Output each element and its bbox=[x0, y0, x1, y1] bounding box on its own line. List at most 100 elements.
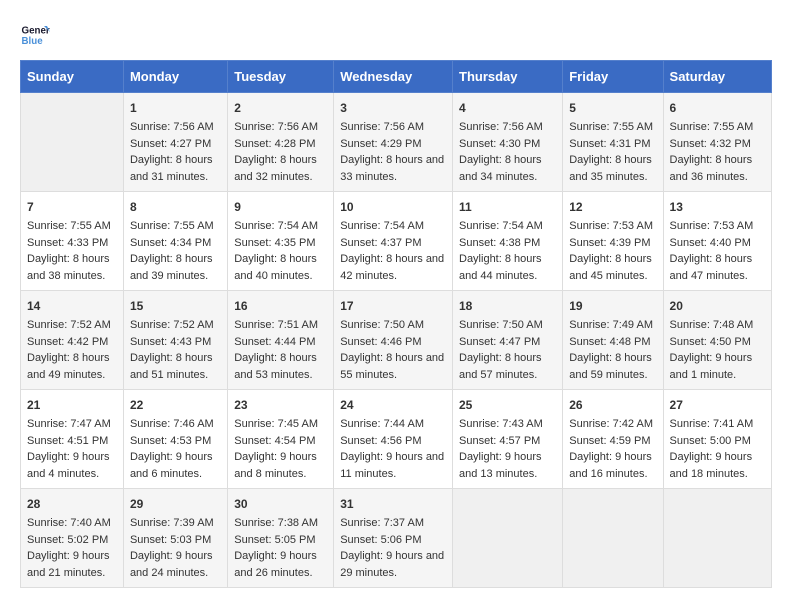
sunrise-text: Sunrise: 7:47 AM bbox=[27, 418, 111, 430]
calendar-cell: 17Sunrise: 7:50 AMSunset: 4:46 PMDayligh… bbox=[334, 291, 453, 390]
calendar-body: 1 Sunrise: 7:56 AM Sunset: 4:27 PM Daylight… bbox=[21, 93, 772, 588]
sunrise-text: Sunrise: 7:40 AM bbox=[27, 517, 111, 529]
sunrise-text: Sunrise: 7:53 AM bbox=[569, 220, 653, 232]
sunrise-text: Sunrise: 7:48 AM bbox=[670, 319, 754, 331]
header-day-sunday: Sunday bbox=[21, 61, 124, 93]
sunset-text: Sunset: 4:38 PM bbox=[459, 237, 540, 249]
calendar-cell: 15Sunrise: 7:52 AMSunset: 4:43 PMDayligh… bbox=[123, 291, 227, 390]
daylight-text: Daylight: 8 hours and 53 minutes. bbox=[234, 352, 317, 381]
sunset-text: Sunset: 4:33 PM bbox=[27, 237, 108, 249]
sunrise-text: Sunrise: 7:54 AM bbox=[234, 220, 318, 232]
day-number: 27 bbox=[670, 396, 765, 414]
calendar-cell: 2Sunrise: 7:56 AMSunset: 4:28 PMDaylight… bbox=[228, 93, 334, 192]
calendar-cell: 30Sunrise: 7:38 AMSunset: 5:05 PMDayligh… bbox=[228, 489, 334, 588]
daylight-text: Daylight: 9 hours and 1 minute. bbox=[670, 352, 753, 381]
day-number: 20 bbox=[670, 297, 765, 315]
week-row-4: 21Sunrise: 7:47 AMSunset: 4:51 PMDayligh… bbox=[21, 390, 772, 489]
day-number: 16 bbox=[234, 297, 327, 315]
sunrise-text: Sunrise: 7:55 AM bbox=[670, 121, 754, 133]
daylight-text: Daylight: 9 hours and 16 minutes. bbox=[569, 451, 652, 480]
calendar-cell: 26Sunrise: 7:42 AMSunset: 4:59 PMDayligh… bbox=[563, 390, 663, 489]
daylight-text: Daylight: 8 hours and 51 minutes. bbox=[130, 352, 213, 381]
logo-icon: General Blue bbox=[20, 20, 50, 50]
svg-text:Blue: Blue bbox=[22, 36, 44, 47]
daylight-text: Daylight: 8 hours and 44 minutes. bbox=[459, 253, 542, 282]
sunset-text: Sunset: 4:53 PM bbox=[130, 435, 211, 447]
calendar-cell: 4Sunrise: 7:56 AMSunset: 4:30 PMDaylight… bbox=[453, 93, 563, 192]
sunset-text: Sunset: 4:28 PM bbox=[234, 138, 315, 150]
sunset-text: Sunset: 4:40 PM bbox=[670, 237, 751, 249]
calendar-cell: 28Sunrise: 7:40 AMSunset: 5:02 PMDayligh… bbox=[21, 489, 124, 588]
sunrise-text: Sunrise: 7:49 AM bbox=[569, 319, 653, 331]
day-number: 3 bbox=[340, 99, 446, 117]
sunset-text: Sunset: 4:30 PM bbox=[459, 138, 540, 150]
calendar-cell: 16Sunrise: 7:51 AMSunset: 4:44 PMDayligh… bbox=[228, 291, 334, 390]
daylight-text: Daylight: 8 hours and 45 minutes. bbox=[569, 253, 652, 282]
day-number: 2 bbox=[234, 99, 327, 117]
day-number: 14 bbox=[27, 297, 117, 315]
calendar-cell: 1Sunrise: 7:56 AMSunset: 4:27 PMDaylight… bbox=[123, 93, 227, 192]
sunset-text: Sunset: 4:51 PM bbox=[27, 435, 108, 447]
daylight-text: Daylight: 8 hours and 35 minutes. bbox=[569, 154, 652, 183]
daylight-text: Daylight: 8 hours and 38 minutes. bbox=[27, 253, 110, 282]
sunrise-text: Sunrise: 7:38 AM bbox=[234, 517, 318, 529]
calendar-cell: 12Sunrise: 7:53 AMSunset: 4:39 PMDayligh… bbox=[563, 192, 663, 291]
sunset-text: Sunset: 4:59 PM bbox=[569, 435, 650, 447]
sunrise-text: Sunrise: 7:43 AM bbox=[459, 418, 543, 430]
sunrise-text: Sunrise: 7:55 AM bbox=[569, 121, 653, 133]
day-number: 5 bbox=[569, 99, 656, 117]
daylight-text: Daylight: 9 hours and 29 minutes. bbox=[340, 550, 444, 579]
sunset-text: Sunset: 4:46 PM bbox=[340, 336, 421, 348]
day-number: 30 bbox=[234, 495, 327, 513]
header-day-monday: Monday bbox=[123, 61, 227, 93]
header-day-wednesday: Wednesday bbox=[334, 61, 453, 93]
calendar-cell: 5Sunrise: 7:55 AMSunset: 4:31 PMDaylight… bbox=[563, 93, 663, 192]
sunrise-text: Sunrise: 7:46 AM bbox=[130, 418, 214, 430]
sunrise-text: Sunrise: 7:51 AM bbox=[234, 319, 318, 331]
daylight-text: Daylight: 8 hours and 32 minutes. bbox=[234, 154, 317, 183]
sunrise-text: Sunrise: 7:56 AM bbox=[130, 121, 214, 133]
logo: General Blue bbox=[20, 20, 50, 50]
sunrise-text: Sunrise: 7:52 AM bbox=[130, 319, 214, 331]
calendar-cell: 14Sunrise: 7:52 AMSunset: 4:42 PMDayligh… bbox=[21, 291, 124, 390]
sunset-text: Sunset: 5:03 PM bbox=[130, 534, 211, 546]
week-row-3: 14Sunrise: 7:52 AMSunset: 4:42 PMDayligh… bbox=[21, 291, 772, 390]
sunrise-text: Sunrise: 7:54 AM bbox=[340, 220, 424, 232]
calendar-cell: 23Sunrise: 7:45 AMSunset: 4:54 PMDayligh… bbox=[228, 390, 334, 489]
day-number: 1 bbox=[130, 99, 221, 117]
day-number: 22 bbox=[130, 396, 221, 414]
day-number: 18 bbox=[459, 297, 556, 315]
sunset-text: Sunset: 5:02 PM bbox=[27, 534, 108, 546]
daylight-text: Daylight: 9 hours and 18 minutes. bbox=[670, 451, 753, 480]
daylight-text: Daylight: 9 hours and 24 minutes. bbox=[130, 550, 213, 579]
sunset-text: Sunset: 5:06 PM bbox=[340, 534, 421, 546]
sunset-text: Sunset: 4:27 PM bbox=[130, 138, 211, 150]
daylight-text: Daylight: 8 hours and 59 minutes. bbox=[569, 352, 652, 381]
calendar-cell: 9Sunrise: 7:54 AMSunset: 4:35 PMDaylight… bbox=[228, 192, 334, 291]
sunrise-text: Sunrise: 7:55 AM bbox=[130, 220, 214, 232]
calendar-cell: 25Sunrise: 7:43 AMSunset: 4:57 PMDayligh… bbox=[453, 390, 563, 489]
sunrise-text: Sunrise: 7:44 AM bbox=[340, 418, 424, 430]
calendar-cell: 13Sunrise: 7:53 AMSunset: 4:40 PMDayligh… bbox=[663, 192, 771, 291]
daylight-text: Daylight: 9 hours and 13 minutes. bbox=[459, 451, 542, 480]
sunset-text: Sunset: 4:48 PM bbox=[569, 336, 650, 348]
day-number: 24 bbox=[340, 396, 446, 414]
sunset-text: Sunset: 4:29 PM bbox=[340, 138, 421, 150]
calendar-cell: 29Sunrise: 7:39 AMSunset: 5:03 PMDayligh… bbox=[123, 489, 227, 588]
daylight-text: Daylight: 8 hours and 39 minutes. bbox=[130, 253, 213, 282]
daylight-text: Daylight: 8 hours and 40 minutes. bbox=[234, 253, 317, 282]
day-number: 23 bbox=[234, 396, 327, 414]
daylight-text: Daylight: 9 hours and 4 minutes. bbox=[27, 451, 110, 480]
daylight-text: Daylight: 8 hours and 55 minutes. bbox=[340, 352, 444, 381]
daylight-text: Daylight: 8 hours and 57 minutes. bbox=[459, 352, 542, 381]
day-number: 8 bbox=[130, 198, 221, 216]
calendar-cell: 22 Sunrise: 7:46 AM Sunset: 4:53 PM Dayligh… bbox=[123, 390, 227, 489]
daylight-text: Daylight: 9 hours and 6 minutes. bbox=[130, 451, 213, 480]
daylight-text: Daylight: 8 hours and 33 minutes. bbox=[340, 154, 444, 183]
daylight-text: Daylight: 8 hours and 36 minutes. bbox=[670, 154, 753, 183]
calendar-table: SundayMondayTuesdayWednesdayThursdayFrid… bbox=[20, 60, 772, 588]
calendar-cell: 6Sunrise: 7:55 AMSunset: 4:32 PMDaylight… bbox=[663, 93, 771, 192]
day-number: 6 bbox=[670, 99, 765, 117]
sunset-text: Sunset: 4:57 PM bbox=[459, 435, 540, 447]
day-number: 4 bbox=[459, 99, 556, 117]
